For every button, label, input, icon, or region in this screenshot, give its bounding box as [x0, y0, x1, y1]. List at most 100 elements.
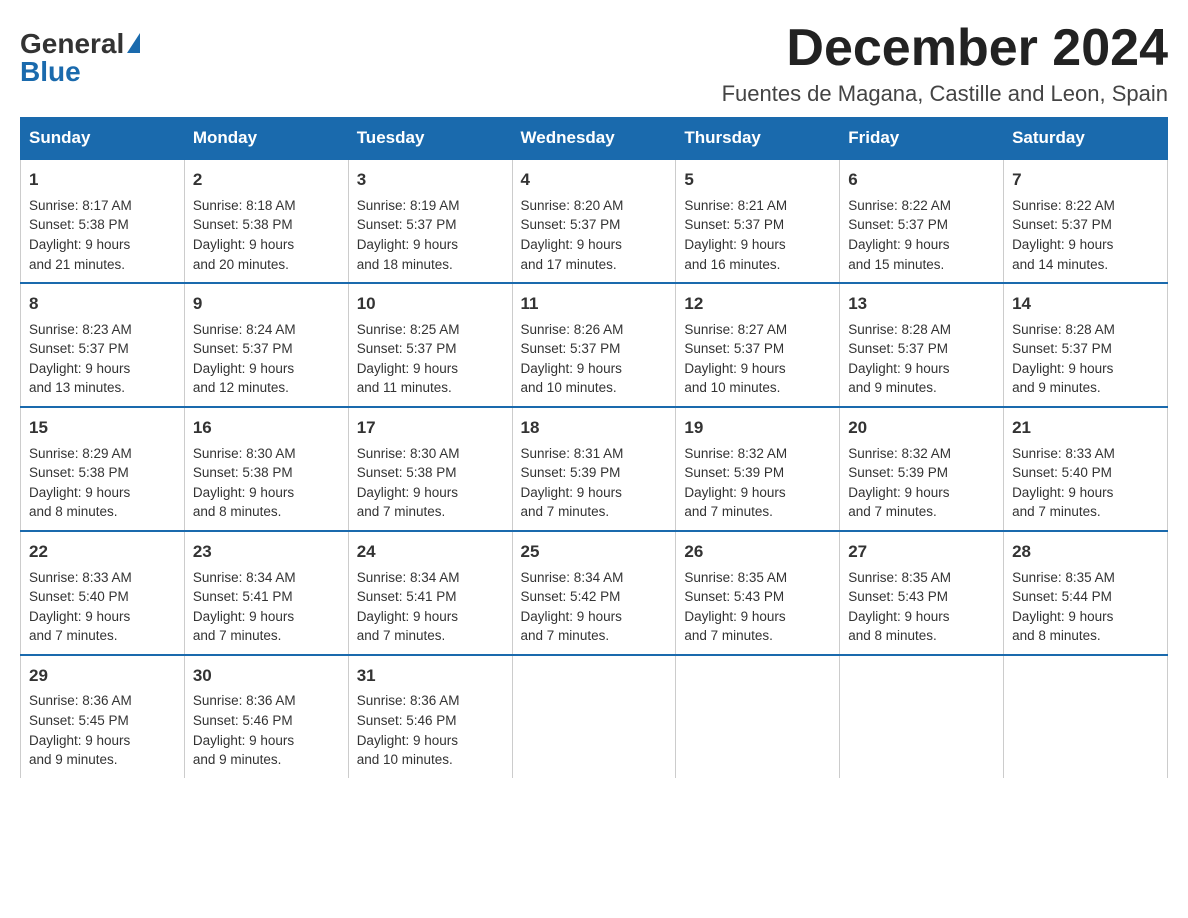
- page-header: General Blue December 2024 Fuentes de Ma…: [20, 20, 1168, 107]
- calendar-cell: 10Sunrise: 8:25 AMSunset: 5:37 PMDayligh…: [348, 283, 512, 407]
- calendar-cell: 1 Sunrise: 8:17 AMSunset: 5:38 PMDaylight…: [21, 159, 185, 283]
- calendar-cell: 8 Sunrise: 8:23 AMSunset: 5:37 PMDaylight…: [21, 283, 185, 407]
- day-number: 25: [521, 540, 668, 565]
- calendar-cell: 5 Sunrise: 8:21 AMSunset: 5:37 PMDaylight…: [676, 159, 840, 283]
- calendar-cell: 6 Sunrise: 8:22 AMSunset: 5:37 PMDaylight…: [840, 159, 1004, 283]
- day-number: 3: [357, 168, 504, 193]
- calendar-cell: 7Sunrise: 8:22 AMSunset: 5:37 PMDaylight…: [1004, 159, 1168, 283]
- day-number: 4: [521, 168, 668, 193]
- calendar-cell: 17Sunrise: 8:30 AMSunset: 5:38 PMDayligh…: [348, 407, 512, 531]
- day-number: 2: [193, 168, 340, 193]
- day-number: 18: [521, 416, 668, 441]
- day-number: 1: [29, 168, 176, 193]
- calendar-week-5: 29Sunrise: 8:36 AMSunset: 5:45 PMDayligh…: [21, 655, 1168, 778]
- calendar-cell: [1004, 655, 1168, 778]
- calendar-cell: 13 Sunrise: 8:28 AMSunset: 5:37 PMDayligh…: [840, 283, 1004, 407]
- calendar-week-2: 8 Sunrise: 8:23 AMSunset: 5:37 PMDaylight…: [21, 283, 1168, 407]
- day-info: Sunrise: 8:35 AMSunset: 5:44 PMDaylight:…: [1012, 570, 1115, 644]
- day-number: 31: [357, 664, 504, 689]
- day-info: Sunrise: 8:35 AMSunset: 5:43 PMDaylight:…: [684, 570, 787, 644]
- column-header-monday: Monday: [184, 118, 348, 160]
- day-info: Sunrise: 8:28 AMSunset: 5:37 PMDaylight:…: [1012, 322, 1115, 396]
- day-info: Sunrise: 8:33 AMSunset: 5:40 PMDaylight:…: [1012, 446, 1115, 520]
- day-number: 24: [357, 540, 504, 565]
- day-info: Sunrise: 8:29 AMSunset: 5:38 PMDaylight:…: [29, 446, 132, 520]
- calendar-cell: 4 Sunrise: 8:20 AMSunset: 5:37 PMDaylight…: [512, 159, 676, 283]
- calendar-header-row: SundayMondayTuesdayWednesdayThursdayFrid…: [21, 118, 1168, 160]
- calendar-cell: 15 Sunrise: 8:29 AMSunset: 5:38 PMDayligh…: [21, 407, 185, 531]
- day-info: Sunrise: 8:24 AMSunset: 5:37 PMDaylight:…: [193, 322, 296, 396]
- month-title: December 2024: [722, 20, 1168, 77]
- column-header-sunday: Sunday: [21, 118, 185, 160]
- calendar-cell: 30 Sunrise: 8:36 AMSunset: 5:46 PMDayligh…: [184, 655, 348, 778]
- calendar-table: SundayMondayTuesdayWednesdayThursdayFrid…: [20, 117, 1168, 777]
- day-info: Sunrise: 8:28 AMSunset: 5:37 PMDaylight:…: [848, 322, 951, 396]
- day-number: 23: [193, 540, 340, 565]
- column-header-tuesday: Tuesday: [348, 118, 512, 160]
- day-info: Sunrise: 8:17 AMSunset: 5:38 PMDaylight:…: [29, 198, 132, 272]
- calendar-cell: [676, 655, 840, 778]
- calendar-cell: 12 Sunrise: 8:27 AMSunset: 5:37 PMDayligh…: [676, 283, 840, 407]
- day-number: 14: [1012, 292, 1159, 317]
- day-number: 12: [684, 292, 831, 317]
- day-info: Sunrise: 8:22 AMSunset: 5:37 PMDaylight:…: [848, 198, 951, 272]
- day-number: 26: [684, 540, 831, 565]
- day-info: Sunrise: 8:19 AMSunset: 5:37 PMDaylight:…: [357, 198, 460, 272]
- day-info: Sunrise: 8:18 AMSunset: 5:38 PMDaylight:…: [193, 198, 296, 272]
- day-number: 10: [357, 292, 504, 317]
- day-number: 15: [29, 416, 176, 441]
- day-number: 11: [521, 292, 668, 317]
- day-number: 16: [193, 416, 340, 441]
- column-header-saturday: Saturday: [1004, 118, 1168, 160]
- day-info: Sunrise: 8:32 AMSunset: 5:39 PMDaylight:…: [684, 446, 787, 520]
- column-header-thursday: Thursday: [676, 118, 840, 160]
- calendar-cell: 22Sunrise: 8:33 AMSunset: 5:40 PMDayligh…: [21, 531, 185, 655]
- day-number: 8: [29, 292, 176, 317]
- calendar-cell: 20 Sunrise: 8:32 AMSunset: 5:39 PMDayligh…: [840, 407, 1004, 531]
- day-info: Sunrise: 8:34 AMSunset: 5:42 PMDaylight:…: [521, 570, 624, 644]
- day-number: 5: [684, 168, 831, 193]
- logo-triangle-icon: [127, 33, 140, 53]
- day-number: 27: [848, 540, 995, 565]
- day-info: Sunrise: 8:21 AMSunset: 5:37 PMDaylight:…: [684, 198, 787, 272]
- calendar-week-4: 22Sunrise: 8:33 AMSunset: 5:40 PMDayligh…: [21, 531, 1168, 655]
- calendar-cell: 19Sunrise: 8:32 AMSunset: 5:39 PMDayligh…: [676, 407, 840, 531]
- day-number: 30: [193, 664, 340, 689]
- day-number: 6: [848, 168, 995, 193]
- calendar-cell: 28Sunrise: 8:35 AMSunset: 5:44 PMDayligh…: [1004, 531, 1168, 655]
- day-number: 9: [193, 292, 340, 317]
- day-info: Sunrise: 8:31 AMSunset: 5:39 PMDaylight:…: [521, 446, 624, 520]
- calendar-cell: 24 Sunrise: 8:34 AMSunset: 5:41 PMDayligh…: [348, 531, 512, 655]
- day-info: Sunrise: 8:32 AMSunset: 5:39 PMDaylight:…: [848, 446, 951, 520]
- calendar-cell: 2 Sunrise: 8:18 AMSunset: 5:38 PMDaylight…: [184, 159, 348, 283]
- day-info: Sunrise: 8:20 AMSunset: 5:37 PMDaylight:…: [521, 198, 624, 272]
- location-subtitle: Fuentes de Magana, Castille and Leon, Sp…: [722, 81, 1168, 107]
- calendar-cell: [840, 655, 1004, 778]
- logo: General Blue: [20, 30, 140, 86]
- day-info: Sunrise: 8:36 AMSunset: 5:46 PMDaylight:…: [193, 693, 296, 767]
- day-info: Sunrise: 8:35 AMSunset: 5:43 PMDaylight:…: [848, 570, 951, 644]
- column-header-friday: Friday: [840, 118, 1004, 160]
- calendar-cell: 25 Sunrise: 8:34 AMSunset: 5:42 PMDayligh…: [512, 531, 676, 655]
- day-info: Sunrise: 8:22 AMSunset: 5:37 PMDaylight:…: [1012, 198, 1115, 272]
- calendar-cell: 9 Sunrise: 8:24 AMSunset: 5:37 PMDaylight…: [184, 283, 348, 407]
- calendar-cell: 27 Sunrise: 8:35 AMSunset: 5:43 PMDayligh…: [840, 531, 1004, 655]
- day-info: Sunrise: 8:30 AMSunset: 5:38 PMDaylight:…: [193, 446, 296, 520]
- calendar-cell: 3 Sunrise: 8:19 AMSunset: 5:37 PMDaylight…: [348, 159, 512, 283]
- day-number: 17: [357, 416, 504, 441]
- calendar-cell: 14 Sunrise: 8:28 AMSunset: 5:37 PMDayligh…: [1004, 283, 1168, 407]
- calendar-cell: 26 Sunrise: 8:35 AMSunset: 5:43 PMDayligh…: [676, 531, 840, 655]
- day-number: 13: [848, 292, 995, 317]
- calendar-cell: [512, 655, 676, 778]
- calendar-cell: 18 Sunrise: 8:31 AMSunset: 5:39 PMDayligh…: [512, 407, 676, 531]
- column-header-wednesday: Wednesday: [512, 118, 676, 160]
- day-info: Sunrise: 8:34 AMSunset: 5:41 PMDaylight:…: [357, 570, 460, 644]
- day-number: 20: [848, 416, 995, 441]
- day-number: 22: [29, 540, 176, 565]
- day-info: Sunrise: 8:27 AMSunset: 5:37 PMDaylight:…: [684, 322, 787, 396]
- day-info: Sunrise: 8:23 AMSunset: 5:37 PMDaylight:…: [29, 322, 132, 396]
- calendar-cell: 29Sunrise: 8:36 AMSunset: 5:45 PMDayligh…: [21, 655, 185, 778]
- calendar-cell: 23Sunrise: 8:34 AMSunset: 5:41 PMDayligh…: [184, 531, 348, 655]
- calendar-week-1: 1 Sunrise: 8:17 AMSunset: 5:38 PMDaylight…: [21, 159, 1168, 283]
- day-info: Sunrise: 8:36 AMSunset: 5:45 PMDaylight:…: [29, 693, 132, 767]
